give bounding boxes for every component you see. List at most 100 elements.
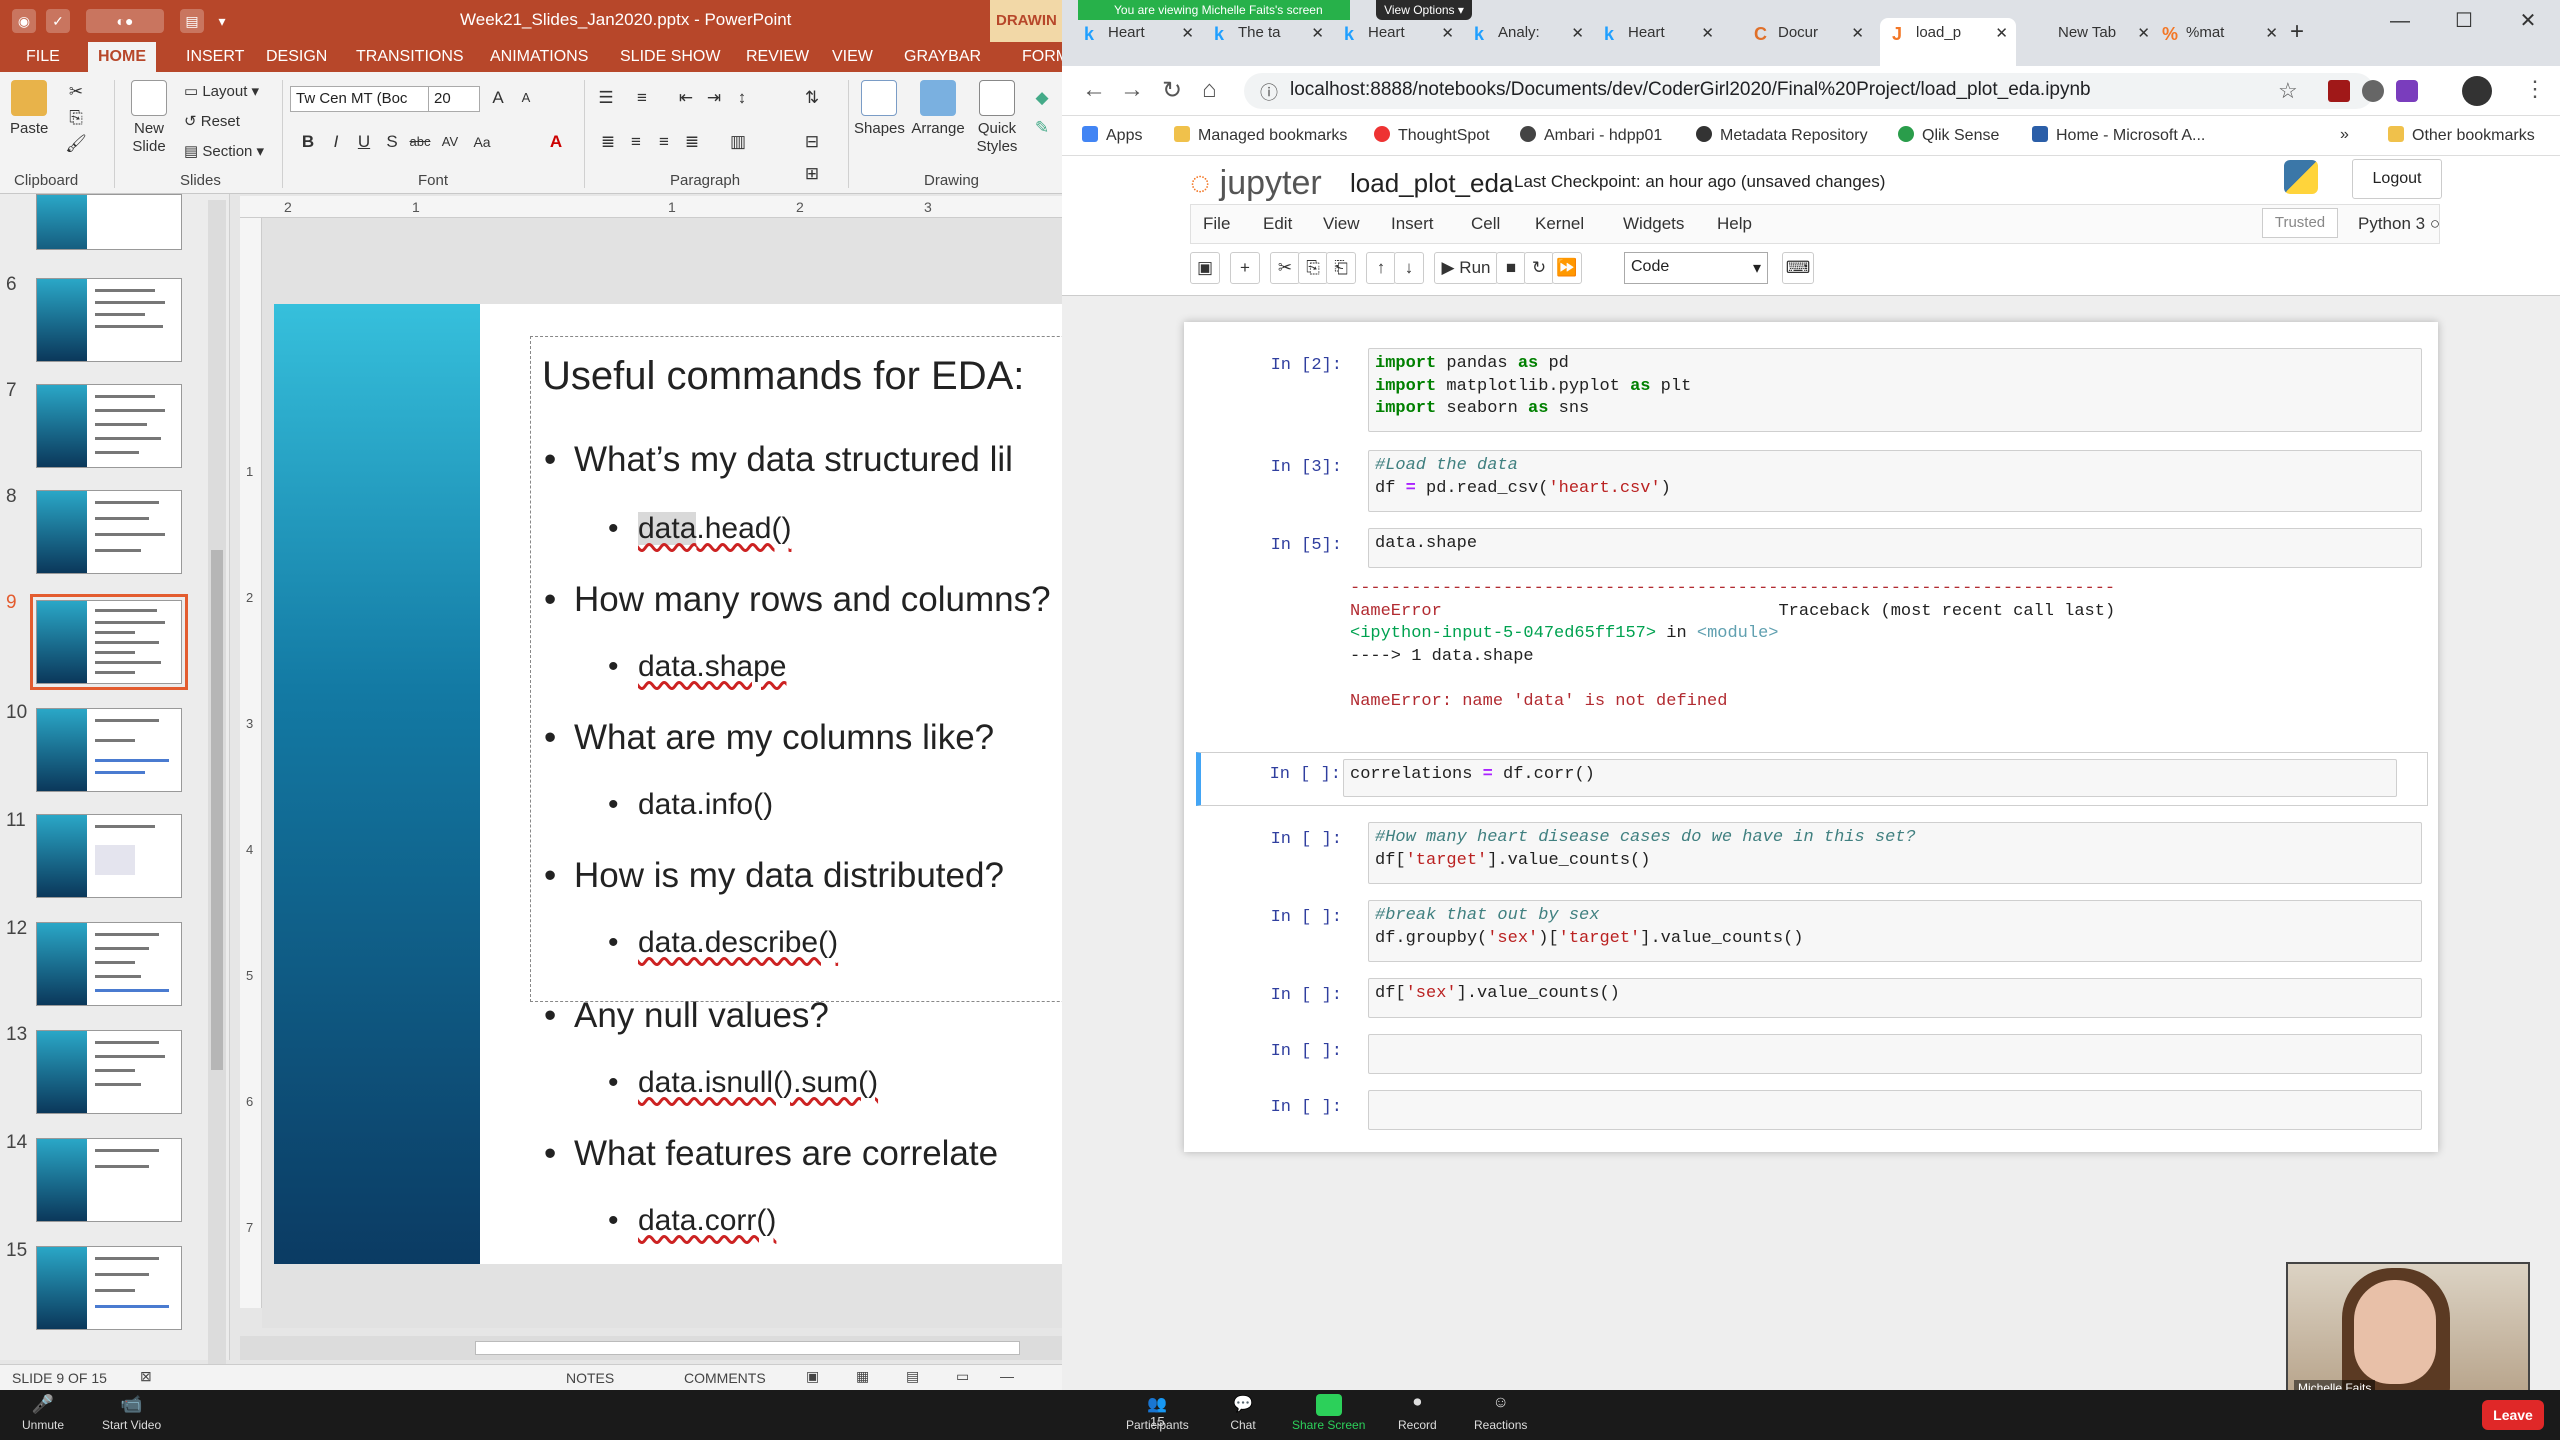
restart-run-all-icon[interactable]: ⏩ bbox=[1552, 252, 1582, 284]
slide-thumbnail-selected[interactable] bbox=[30, 594, 188, 690]
extension-icon[interactable] bbox=[2396, 80, 2418, 102]
slide-sub-bullet[interactable]: data.info() bbox=[608, 788, 773, 822]
tab-slide-show[interactable]: SLIDE SHOW bbox=[610, 42, 730, 72]
reading-view-icon[interactable]: ▤ bbox=[906, 1368, 919, 1385]
tab-insert[interactable]: INSERT bbox=[176, 42, 254, 72]
align-right-icon[interactable]: ≡ bbox=[652, 130, 676, 154]
chat-button[interactable]: 💬 Chat bbox=[1230, 1394, 1256, 1432]
new-tab-button[interactable]: + bbox=[2290, 18, 2304, 46]
kernel-indicator[interactable]: Python 3 ○ bbox=[2358, 214, 2440, 234]
move-up-icon[interactable]: ↑ bbox=[1366, 252, 1396, 284]
bookmark-microsoft[interactable]: Home - Microsoft A... bbox=[2032, 126, 2205, 145]
font-color-icon[interactable]: A bbox=[544, 130, 568, 154]
view-options-button[interactable]: View Options ▾ bbox=[1376, 0, 1472, 20]
shape-fill-icon[interactable]: ◆ bbox=[1030, 86, 1054, 110]
shape-outline-icon[interactable]: ✎ bbox=[1030, 116, 1054, 140]
slideshow-icon[interactable]: ▭ bbox=[956, 1368, 969, 1385]
save-icon[interactable]: ▤ bbox=[180, 9, 204, 33]
code-cell-empty[interactable]: In [ ]: bbox=[1202, 1034, 2422, 1074]
reactions-button[interactable]: ☺ Reactions bbox=[1474, 1394, 1527, 1432]
code-cell[interactable]: In [ ]: df['sex'].value_counts() bbox=[1202, 978, 2422, 1018]
logout-button[interactable]: Logout bbox=[2352, 159, 2442, 199]
slide-sub-bullet[interactable]: data.shape bbox=[608, 650, 787, 684]
browser-tab-active[interactable]: Jload_p ✕ bbox=[1880, 18, 2016, 66]
line-spacing-icon[interactable]: ↕ bbox=[730, 86, 754, 110]
slide-bullet[interactable]: Any null values? bbox=[544, 996, 829, 1036]
smartart-icon[interactable]: ⊞ bbox=[800, 162, 824, 186]
bookmarks-overflow-icon[interactable]: » bbox=[2340, 126, 2349, 144]
cut-icon[interactable]: ✂ bbox=[64, 80, 88, 104]
shrink-font-icon[interactable]: A bbox=[514, 86, 538, 110]
close-tab-icon[interactable]: ✕ bbox=[1571, 24, 1584, 42]
grow-font-icon[interactable]: A bbox=[486, 86, 510, 110]
close-tab-icon[interactable]: ✕ bbox=[2265, 24, 2278, 42]
code-cell[interactable]: In [3]: #Load the data df = pd.read_csv(… bbox=[1202, 450, 2422, 512]
back-icon[interactable]: ← bbox=[1082, 76, 1106, 104]
menu-edit[interactable]: Edit bbox=[1263, 214, 1292, 234]
scrollbar-thumb[interactable] bbox=[211, 550, 223, 1070]
add-cell-icon[interactable]: + bbox=[1230, 252, 1260, 284]
slide-title[interactable]: Useful commands for EDA: bbox=[542, 354, 1024, 399]
save-icon[interactable]: ▣ bbox=[1190, 252, 1220, 284]
slide-bullet[interactable]: What are my columns like? bbox=[544, 718, 994, 758]
notes-button[interactable]: NOTES bbox=[566, 1370, 614, 1386]
bullets-icon[interactable]: ☰ bbox=[594, 86, 618, 110]
arrange-button[interactable]: Arrange bbox=[910, 80, 966, 138]
leave-meeting-button[interactable]: Leave bbox=[2482, 1400, 2544, 1430]
code-cell[interactable]: In [ ]: #break that out by sex df.groupb… bbox=[1202, 900, 2422, 962]
slide-bullet[interactable]: How many rows and columns? bbox=[544, 580, 1051, 620]
bookmark-thoughtspot[interactable]: ThoughtSpot bbox=[1374, 126, 1490, 145]
tab-home[interactable]: HOME bbox=[88, 42, 156, 72]
slide-canvas[interactable]: Useful commands for EDA: What’s my data … bbox=[274, 304, 1062, 1264]
menu-cell[interactable]: Cell bbox=[1471, 214, 1500, 234]
copy-icon[interactable]: ⎘ bbox=[64, 106, 88, 130]
spellcheck-icon[interactable]: ⊠ bbox=[140, 1368, 152, 1385]
quick-styles-button[interactable]: Quick Styles bbox=[972, 80, 1022, 156]
close-tab-icon[interactable]: ✕ bbox=[1441, 24, 1454, 42]
participants-button[interactable]: 👥15 Participants bbox=[1126, 1394, 1189, 1432]
align-text-icon[interactable]: ⊟ bbox=[800, 130, 824, 154]
justify-icon[interactable]: ≣ bbox=[680, 130, 704, 154]
close-tab-icon[interactable]: ✕ bbox=[1311, 24, 1324, 42]
code-cell[interactable]: In [5]: data.shape bbox=[1202, 528, 2422, 568]
slide-thumbnail[interactable] bbox=[36, 922, 182, 1006]
maximize-icon[interactable]: ☐ bbox=[2432, 0, 2496, 42]
slide-thumbnail[interactable] bbox=[36, 1030, 182, 1114]
zoom-slider-icon[interactable]: — bbox=[1000, 1368, 1014, 1384]
decrease-indent-icon[interactable]: ⇤ bbox=[674, 86, 698, 110]
slide-thumbnail[interactable] bbox=[36, 1246, 182, 1330]
slide-sub-bullet[interactable]: data.corr() bbox=[608, 1204, 776, 1238]
slide-horizontal-scrollbar[interactable] bbox=[240, 1336, 1062, 1360]
code-cell[interactable]: In [ ]: #How many heart disease cases do… bbox=[1202, 822, 2422, 884]
increase-indent-icon[interactable]: ⇥ bbox=[702, 86, 726, 110]
close-tab-icon[interactable]: ✕ bbox=[1851, 24, 1864, 42]
tab-graybar[interactable]: GRAYBAR bbox=[894, 42, 991, 72]
thumbnail-scrollbar[interactable] bbox=[208, 200, 226, 1366]
paste-icon[interactable]: ⎗ bbox=[1326, 252, 1356, 284]
cell-input[interactable] bbox=[1368, 1034, 2422, 1074]
tab-view[interactable]: VIEW bbox=[822, 42, 883, 72]
format-painter-icon[interactable]: 🖌 bbox=[64, 132, 88, 156]
bookmark-apps[interactable]: Apps bbox=[1082, 126, 1142, 145]
align-left-icon[interactable]: ≣ bbox=[596, 130, 620, 154]
font-name-select[interactable]: Tw Cen MT (Boc bbox=[290, 86, 430, 112]
cell-input[interactable]: data.shape bbox=[1368, 528, 2422, 568]
slide-thumbnail[interactable] bbox=[36, 194, 182, 250]
menu-insert[interactable]: Insert bbox=[1391, 214, 1434, 234]
cell-input[interactable]: #break that out by sex df.groupby('sex')… bbox=[1368, 900, 2422, 962]
participant-video[interactable]: Michelle Faits bbox=[2286, 1262, 2530, 1400]
qat-dropdown-icon[interactable]: ▾ bbox=[210, 9, 234, 33]
trusted-indicator[interactable]: Trusted bbox=[2262, 208, 2338, 238]
notebook-name[interactable]: load_plot_eda bbox=[1350, 168, 1513, 199]
bold-icon[interactable]: B bbox=[296, 130, 320, 154]
bookmark-ambari[interactable]: Ambari - hdpp01 bbox=[1520, 126, 1662, 145]
menu-view[interactable]: View bbox=[1323, 214, 1360, 234]
code-cell-selected[interactable]: In [ ]: correlations = df.corr() bbox=[1196, 752, 2428, 806]
bookmark-managed[interactable]: Managed bookmarks bbox=[1174, 126, 1347, 145]
profile-avatar[interactable] bbox=[2462, 76, 2492, 106]
slide-thumbnail[interactable] bbox=[36, 814, 182, 898]
cell-input[interactable]: #Load the data df = pd.read_csv('heart.c… bbox=[1368, 450, 2422, 512]
comments-button[interactable]: COMMENTS bbox=[684, 1370, 766, 1386]
text-direction-icon[interactable]: ⇅ bbox=[800, 86, 824, 110]
keyboard-icon[interactable]: ⌨ bbox=[1782, 252, 1814, 284]
